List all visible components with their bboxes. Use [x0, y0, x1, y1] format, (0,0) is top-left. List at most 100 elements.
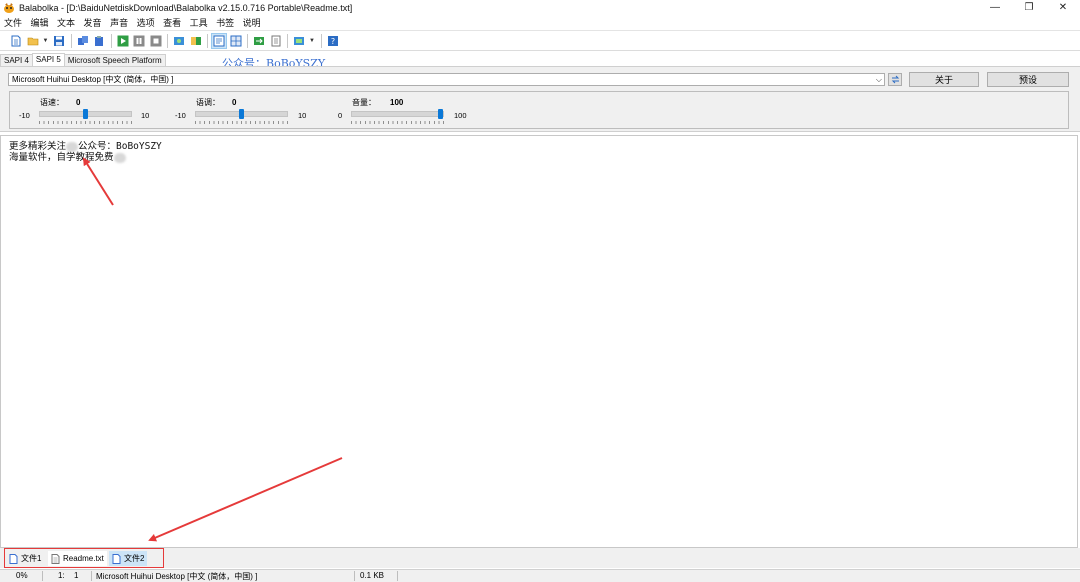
menu-file[interactable]: 文件 [4, 16, 22, 29]
editor-line-2-text: 海量软件，自学教程免费 [9, 152, 114, 163]
export-icon[interactable] [252, 34, 266, 48]
document-list-icon[interactable] [269, 34, 283, 48]
sliders-box: 语速： 0 -10 10 语调： 0 -10 10 音量： 100 0 100 [9, 91, 1069, 129]
chevron-down-icon: ⌵ [875, 75, 882, 84]
split-file-icon[interactable] [189, 34, 203, 48]
text-file-icon [51, 553, 60, 564]
rate-label: 语速： [40, 98, 64, 107]
status-file-size: 0.1 KB [360, 571, 385, 580]
menu-text[interactable]: 文本 [57, 16, 75, 29]
document-icon [9, 553, 18, 564]
toolbar-divider [287, 33, 288, 48]
volume-label: 音量： [352, 98, 376, 107]
new-document-icon[interactable] [9, 34, 23, 48]
toolbar: ▼ ▼ ? [0, 30, 1080, 51]
toolbar-divider [110, 33, 112, 48]
toolbar-divider [320, 33, 322, 48]
doc-tab-label: 文件2 [124, 554, 145, 563]
document-icon [112, 553, 121, 564]
menu-help[interactable]: 说明 [243, 16, 261, 29]
rate-slider-ticks [39, 121, 132, 124]
app-logo-icon [3, 2, 15, 14]
open-dropdown-arrow-icon[interactable]: ▼ [42, 34, 49, 48]
voice-refresh-button[interactable] [888, 73, 902, 86]
tab-sapi5[interactable]: SAPI 5 [31, 53, 65, 66]
panel-view-icon[interactable] [229, 34, 243, 48]
text-editor[interactable]: 更多精彩关注 公众号：BoBoYSZY 海量软件，自学教程免费 [0, 135, 1078, 548]
pitch-slider-ticks [195, 121, 288, 124]
volume-slider-thumb[interactable] [438, 109, 443, 119]
menu-bookmarks[interactable]: 书签 [216, 16, 234, 29]
status-bar: 0% 1: 1 Microsoft Huihui Desktop [中文 (简体… [0, 569, 1080, 582]
about-button[interactable]: 关于 [909, 72, 979, 87]
status-progress: 0% [16, 571, 28, 580]
rate-value: 0 [76, 98, 81, 107]
status-divider [42, 571, 43, 581]
minimize-button[interactable]: — [978, 0, 1012, 15]
copy-icon[interactable] [76, 34, 90, 48]
pitch-label: 语调： [196, 98, 220, 107]
engine-tabs: SAPI 4 SAPI 5 Microsoft Speech Platform [0, 53, 166, 66]
toolbar-divider [70, 33, 72, 48]
menu-pronunciation[interactable]: 发音 [84, 16, 102, 29]
help-icon[interactable]: ? [326, 34, 340, 48]
play-icon[interactable] [116, 34, 130, 48]
stop-icon[interactable] [149, 34, 163, 48]
status-divider [397, 571, 398, 581]
toolbar-divider [167, 33, 168, 48]
toolbar-divider [207, 33, 208, 48]
rate-label-group: 语速： 0 [40, 97, 80, 108]
volume-max: 100 [454, 111, 467, 120]
menu-edit[interactable]: 编辑 [31, 16, 49, 29]
save-audio-icon[interactable] [172, 34, 186, 48]
status-column: 1 [74, 571, 79, 580]
volume-label-group: 音量： 100 [352, 97, 403, 108]
pitch-max: 10 [298, 111, 307, 120]
text-view-icon[interactable] [211, 32, 227, 49]
status-voice: Microsoft Huihui Desktop [中文 (简体，中国) ] [96, 572, 258, 581]
tab-microsoft-speech-platform[interactable]: Microsoft Speech Platform [63, 54, 166, 66]
batch-dropdown-arrow-icon[interactable]: ▼ [309, 34, 316, 48]
doc-tab-label: Readme.txt [63, 554, 104, 563]
volume-min: 0 [338, 111, 343, 120]
save-icon[interactable] [52, 34, 66, 48]
menu-tools[interactable]: 工具 [190, 16, 208, 29]
pitch-label-group: 语调： 0 [196, 97, 236, 108]
tab-sapi4[interactable]: SAPI 4 [0, 54, 33, 66]
toolbar-divider [247, 33, 248, 48]
window-title: Balabolka - [D:\BaiduNetdiskDownload\Bal… [19, 2, 353, 13]
rate-slider-thumb[interactable] [83, 109, 88, 119]
batch-convert-icon[interactable] [292, 34, 306, 48]
doc-tab-label: 文件1 [21, 554, 42, 563]
menu-speech[interactable]: 声音 [110, 16, 128, 29]
editor-line-2: 海量软件，自学教程免费 [9, 149, 126, 163]
status-divider [354, 571, 355, 581]
doc-tab-readme[interactable]: Readme.txt [48, 551, 107, 566]
restore-button[interactable]: ❐ [1012, 0, 1046, 15]
paste-icon[interactable] [92, 34, 106, 48]
pitch-slider-thumb[interactable] [239, 109, 244, 119]
rate-max: 10 [141, 111, 150, 120]
pitch-value: 0 [232, 98, 237, 107]
pitch-min: -10 [175, 111, 186, 120]
voice-select[interactable]: Microsoft Huihui Desktop [中文 (简体，中国) ] ⌵ [8, 73, 885, 86]
menu-options[interactable]: 选项 [137, 16, 155, 29]
voice-panel: Microsoft Huihui Desktop [中文 (简体，中国) ] ⌵… [0, 66, 1080, 132]
doc-tab-file1[interactable]: 文件1 [6, 551, 44, 566]
pitch-slider[interactable] [195, 109, 288, 119]
svg-text:?: ? [330, 37, 334, 46]
presets-button[interactable]: 预设 [987, 72, 1069, 87]
open-folder-icon[interactable] [26, 34, 40, 48]
refresh-icon [891, 75, 899, 84]
volume-value: 100 [390, 98, 404, 107]
volume-slider[interactable] [351, 109, 444, 119]
voice-select-value: Microsoft Huihui Desktop [中文 (简体，中国) ] [12, 75, 174, 84]
pause-icon[interactable] [132, 34, 146, 48]
rate-min: -10 [19, 111, 30, 120]
rate-slider[interactable] [39, 109, 132, 119]
document-tabs: 文件1 Readme.txt 文件2 [0, 548, 1080, 568]
close-button[interactable]: ✕ [1046, 0, 1080, 15]
title-bar: Balabolka - [D:\BaiduNetdiskDownload\Bal… [0, 0, 1080, 15]
menu-view[interactable]: 查看 [163, 16, 181, 29]
doc-tab-file2[interactable]: 文件2 [109, 551, 148, 566]
